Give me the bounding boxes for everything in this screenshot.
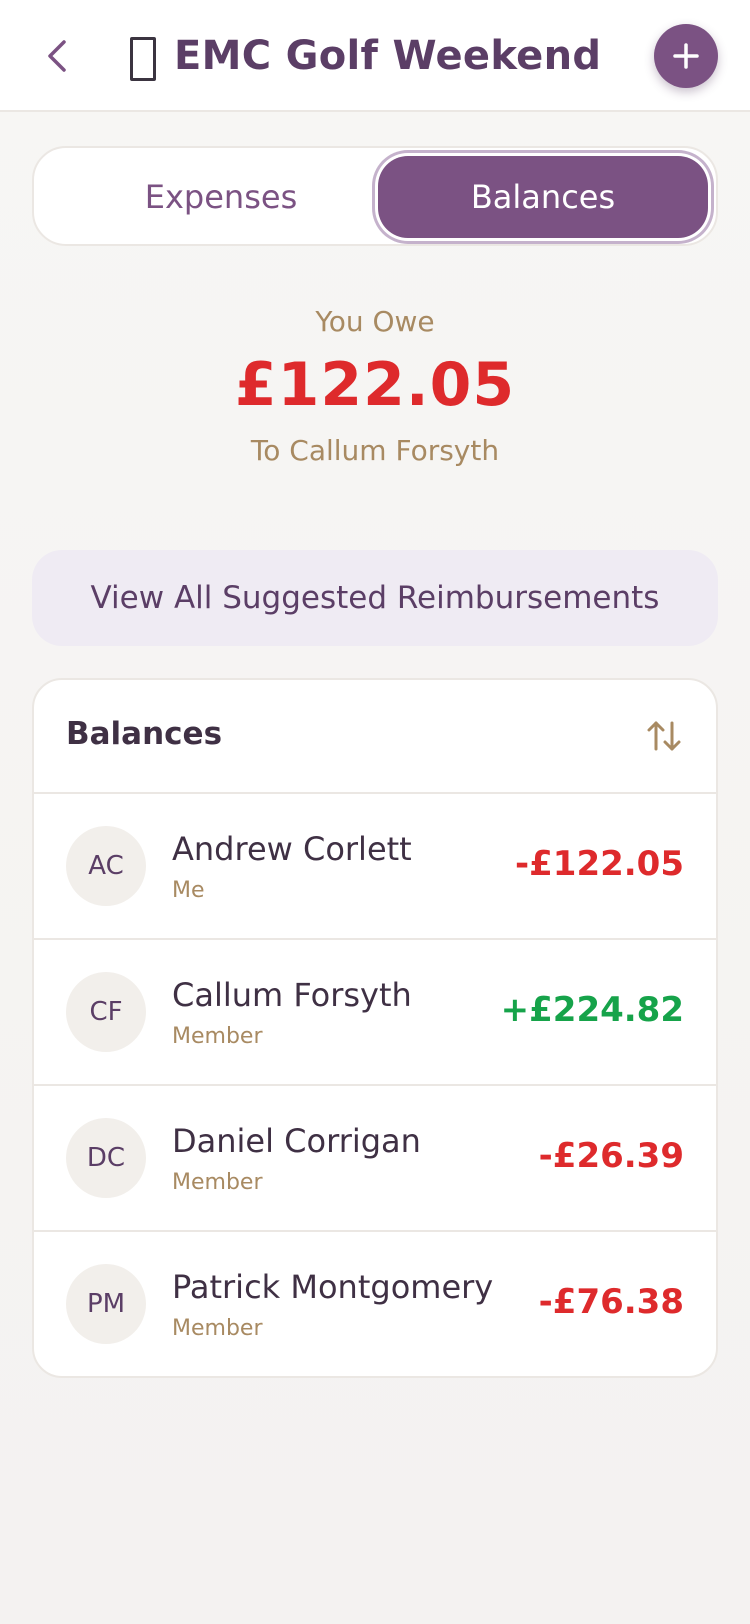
- member-name: Callum Forsyth: [172, 976, 412, 1014]
- member-role: Me: [172, 878, 205, 903]
- member-name: Patrick Montgomery: [172, 1268, 494, 1306]
- page-title-wrap: EMC Golf Weekend: [130, 28, 601, 84]
- app-header: EMC Golf Weekend: [0, 0, 750, 112]
- member-name: Daniel Corrigan: [172, 1122, 421, 1160]
- owe-recipient: To Callum Forsyth: [250, 434, 500, 467]
- balance-amount: -£76.38: [538, 1282, 684, 1322]
- balances-card: Balances AC Andrew Corlett Me -£122.05 C…: [32, 678, 718, 1378]
- page-title: EMC Golf Weekend: [174, 33, 602, 79]
- sort-button[interactable]: [644, 716, 684, 756]
- balance-amount: +£224.82: [500, 990, 684, 1030]
- view-reimbursements-button[interactable]: View All Suggested Reimbursements: [32, 550, 718, 646]
- balances-title: Balances: [66, 716, 223, 752]
- avatar: AC: [66, 826, 146, 906]
- owe-summary: You Owe £122.05 To Callum Forsyth: [0, 305, 750, 467]
- avatar: CF: [66, 972, 146, 1052]
- sort-arrows-icon: [647, 721, 681, 751]
- avatar: DC: [66, 1118, 146, 1198]
- owe-amount: £122.05: [234, 350, 516, 420]
- balance-row[interactable]: AC Andrew Corlett Me -£122.05: [34, 794, 716, 940]
- plus-icon: [673, 43, 699, 69]
- balance-row[interactable]: DC Daniel Corrigan Member -£26.39: [34, 1086, 716, 1232]
- balance-amount: -£122.05: [515, 844, 684, 884]
- balances-card-header: Balances: [34, 680, 716, 794]
- member-role: Member: [172, 1024, 263, 1049]
- balance-amount: -£26.39: [538, 1136, 684, 1176]
- member-name: Andrew Corlett: [172, 830, 412, 868]
- view-segmented-control: Expenses Balances: [32, 146, 718, 246]
- member-role: Member: [172, 1170, 263, 1195]
- title-glyph-icon: [130, 37, 156, 81]
- back-button[interactable]: [36, 32, 80, 80]
- owe-label: You Owe: [315, 305, 435, 338]
- balance-row[interactable]: PM Patrick Montgomery Member -£76.38: [34, 1232, 716, 1376]
- avatar: PM: [66, 1264, 146, 1344]
- tab-balances[interactable]: Balances: [378, 156, 708, 238]
- chevron-left-icon: [48, 40, 66, 72]
- add-expense-button[interactable]: [654, 24, 718, 88]
- member-role: Member: [172, 1316, 263, 1341]
- balance-row[interactable]: CF Callum Forsyth Member +£224.82: [34, 940, 716, 1086]
- tab-expenses[interactable]: Expenses: [56, 156, 386, 238]
